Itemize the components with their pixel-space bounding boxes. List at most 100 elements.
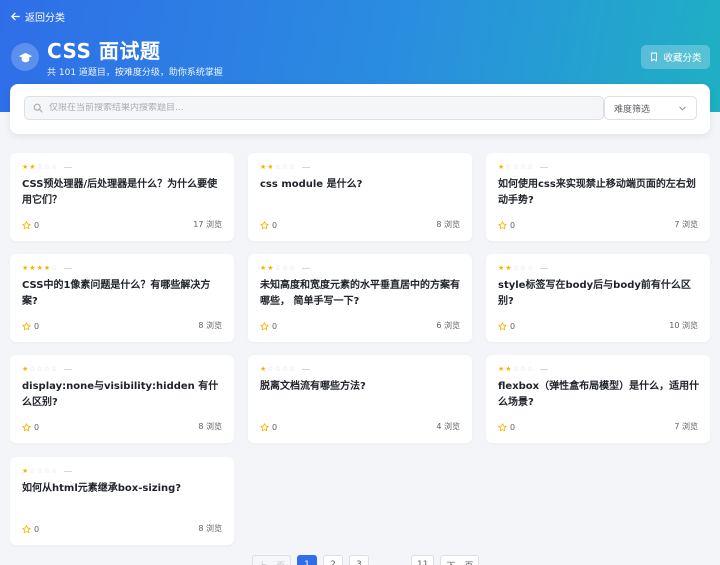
- star-icon: ☆: [289, 163, 296, 171]
- chevron-down-icon: [679, 106, 686, 110]
- difficulty-stars: ★ ☆ ☆ ☆ ☆: [260, 365, 311, 373]
- like-count[interactable]: 0: [22, 525, 39, 534]
- question-card[interactable]: ★ ★ ☆ ☆ ☆ 未知高度和宽度元素的水平垂直居中的方案有哪些， 简单手写一下? 0 6 浏…: [248, 254, 472, 342]
- divider: [64, 267, 73, 269]
- question-card[interactable]: ★ ★ ☆ ☆ ☆ CSS预处理器/后处理器是什么？为什么要使用它们？ 0 17 浏览: [10, 153, 234, 241]
- star-icon: ☆: [505, 163, 512, 171]
- like-value: 0: [272, 221, 278, 230]
- favorite-label: 收藏分类: [663, 53, 702, 64]
- filter-panel: 难度筛选: [10, 84, 710, 134]
- like-count[interactable]: 0: [22, 423, 39, 432]
- page-title: CSS 面试题: [47, 39, 161, 63]
- star-icon: ★: [22, 163, 29, 171]
- star-icon: ☆: [43, 467, 51, 475]
- favorite-category-button[interactable]: 收藏分类: [641, 45, 710, 69]
- star-icon: ★: [22, 467, 29, 475]
- view-count: 7 浏览: [674, 422, 698, 431]
- like-value: 0: [510, 221, 516, 230]
- question-card[interactable]: ★ ☆ ☆ ☆ ☆ 如何从html元素继承box-sizing? 0 8 浏览: [10, 457, 234, 545]
- star-icon: ☆: [519, 264, 527, 272]
- star-icon: ☆: [512, 163, 519, 171]
- difficulty-stars: ★ ☆ ☆ ☆ ☆: [22, 467, 73, 475]
- star-icon: ★: [260, 365, 267, 373]
- like-value: 0: [34, 525, 40, 534]
- next-page-button[interactable]: 下一页: [440, 555, 480, 565]
- view-count: 8 浏览: [198, 422, 222, 431]
- like-value: 0: [272, 322, 278, 331]
- view-count: 10 浏览: [669, 321, 698, 330]
- like-count[interactable]: 0: [498, 423, 515, 432]
- star-icon: ★: [260, 264, 267, 272]
- question-card[interactable]: ★ ★ ★ ★ ☆ CSS中的1像素问题是什么？有哪些解决方案? 0 8 浏览: [10, 254, 234, 342]
- difficulty-stars: ★ ★ ★ ★ ☆: [22, 264, 73, 272]
- page-button-3[interactable]: 3: [349, 555, 370, 565]
- difficulty-label: 难度筛选: [614, 104, 651, 115]
- like-count[interactable]: 0: [260, 322, 277, 331]
- question-title: css module 是什么?: [260, 179, 363, 190]
- question-title: 如何使用css来实现禁止移动端页面的左右划动手势?: [498, 179, 696, 206]
- question-card[interactable]: ★ ☆ ☆ ☆ ☆ display:none与visibility:hidden 有什么区…: [10, 355, 234, 443]
- star-icon: ★: [22, 264, 29, 272]
- star-icon: ★: [505, 264, 512, 272]
- star-icon: ☆: [43, 365, 51, 373]
- star-icon: ☆: [51, 264, 58, 272]
- page-button-1[interactable]: 1: [297, 555, 318, 565]
- page-button-2[interactable]: 2: [323, 555, 344, 565]
- star-icon: ☆: [36, 163, 43, 171]
- star-outline-icon: [498, 322, 507, 331]
- question-card[interactable]: ★ ★ ☆ ☆ ☆ css module 是什么? 0 8 浏览: [248, 153, 472, 241]
- page-button-last[interactable]: 11: [411, 555, 435, 565]
- difficulty-stars: ★ ☆ ☆ ☆ ☆: [498, 163, 549, 171]
- star-icon: ☆: [281, 264, 289, 272]
- view-count: 8 浏览: [198, 321, 222, 330]
- like-value: 0: [34, 423, 40, 432]
- like-value: 0: [510, 322, 516, 331]
- prev-page-button[interactable]: 上一页: [252, 555, 292, 565]
- back-link[interactable]: 返回分类: [10, 9, 65, 24]
- star-outline-icon: [260, 221, 269, 230]
- view-count: 8 浏览: [436, 220, 460, 229]
- search-input[interactable]: [49, 103, 589, 113]
- star-icon: ☆: [281, 365, 289, 373]
- star-outline-icon: [22, 221, 31, 230]
- difficulty-stars: ★ ★ ☆ ☆ ☆: [498, 264, 549, 272]
- star-icon: ☆: [527, 264, 534, 272]
- star-icon: ★: [43, 264, 51, 272]
- difficulty-select[interactable]: 难度筛选: [604, 96, 697, 120]
- like-count[interactable]: 0: [260, 423, 277, 432]
- question-card[interactable]: ★ ★ ☆ ☆ ☆ flexbox（弹性盒布局模型）是什么，适用什么场景? 0 7 浏览: [486, 355, 710, 443]
- like-count[interactable]: 0: [498, 322, 515, 331]
- divider: [64, 166, 73, 168]
- divider: [540, 368, 549, 370]
- question-card[interactable]: ★ ☆ ☆ ☆ ☆ 如何使用css来实现禁止移动端页面的左右划动手势? 0 7 浏览: [486, 153, 710, 241]
- question-card[interactable]: ★ ☆ ☆ ☆ ☆ 脱离文档流有哪些方法? 0 4 浏览: [248, 355, 472, 443]
- star-icon: ☆: [527, 163, 534, 171]
- star-icon: ☆: [51, 365, 58, 373]
- like-count[interactable]: 0: [498, 221, 515, 230]
- star-icon: ☆: [527, 365, 534, 373]
- star-icon: ☆: [274, 365, 281, 373]
- star-icon: ☆: [43, 163, 51, 171]
- star-outline-icon: [260, 423, 269, 432]
- search-icon: [33, 103, 43, 113]
- like-value: 0: [34, 322, 40, 331]
- divider: [64, 470, 73, 472]
- star-icon: ★: [267, 264, 274, 272]
- star-icon: ☆: [36, 467, 43, 475]
- arrow-left-icon: [11, 12, 20, 21]
- like-count[interactable]: 0: [260, 221, 277, 230]
- star-icon: ☆: [519, 163, 527, 171]
- like-value: 0: [272, 423, 278, 432]
- star-icon: ☆: [267, 365, 274, 373]
- question-title: 脱离文档流有哪些方法?: [260, 381, 366, 392]
- divider: [540, 166, 549, 168]
- difficulty-stars: ★ ★ ☆ ☆ ☆: [22, 163, 73, 171]
- like-count[interactable]: 0: [22, 221, 39, 230]
- divider: [302, 166, 311, 168]
- star-icon: ☆: [289, 365, 296, 373]
- page-ellipsis: ...: [385, 560, 395, 565]
- star-icon: ★: [260, 163, 267, 171]
- question-card[interactable]: ★ ★ ☆ ☆ ☆ style标签写在body后与body前有什么区别? 0 10 浏览: [486, 254, 710, 342]
- like-count[interactable]: 0: [22, 322, 39, 331]
- view-count: 17 浏览: [193, 220, 222, 229]
